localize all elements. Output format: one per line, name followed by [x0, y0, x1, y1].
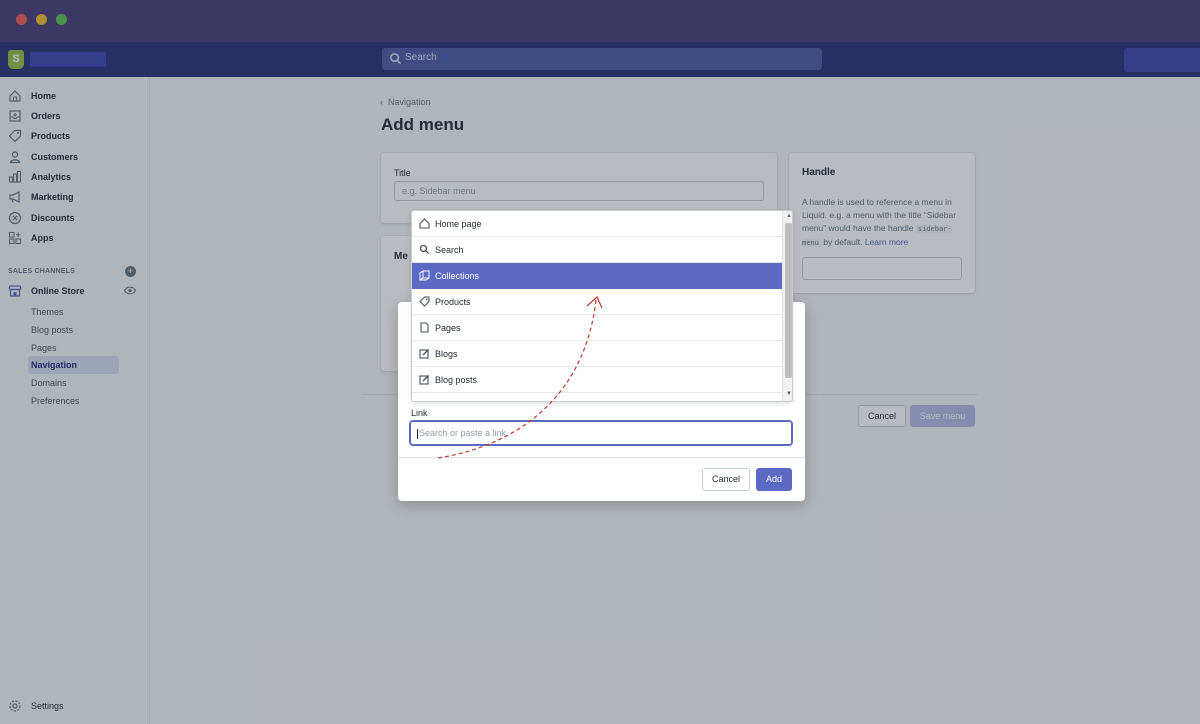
- option-label: Pages: [435, 323, 461, 333]
- dropdown-option-collections[interactable]: Collections: [412, 263, 782, 289]
- link-placeholder: Search or paste a link: [419, 428, 507, 438]
- collections-icon: [419, 270, 430, 281]
- link-field-label: Link: [411, 408, 428, 418]
- scroll-down-arrow-icon[interactable]: ▼: [786, 391, 792, 397]
- link-input[interactable]: Search or paste a link: [410, 421, 792, 445]
- search-icon: [419, 244, 429, 254]
- dropdown-option-home-page[interactable]: Home page: [412, 211, 782, 237]
- edit-icon: [419, 349, 429, 359]
- scroll-up-arrow-icon[interactable]: ▲: [786, 213, 792, 219]
- link-suggestions-dropdown: Home page Search Collections Products Pa…: [411, 210, 793, 402]
- dropdown-option-blogs[interactable]: Blogs: [412, 341, 782, 367]
- option-label: Search: [435, 245, 464, 255]
- option-label: Home page: [435, 219, 482, 229]
- option-label: Blog posts: [435, 375, 478, 385]
- dropdown-scrollbar[interactable]: ▲ ▼: [782, 211, 792, 401]
- modal-cancel-button[interactable]: Cancel: [702, 468, 750, 491]
- scroll-thumb[interactable]: [785, 223, 792, 378]
- option-label: Products: [435, 297, 471, 307]
- dropdown-option-blog-posts[interactable]: Blog posts: [412, 367, 782, 393]
- tag-icon: [419, 296, 430, 307]
- text-cursor: [417, 428, 418, 439]
- dropdown-option-products[interactable]: Products: [412, 289, 782, 315]
- dropdown-option-search[interactable]: Search: [412, 237, 782, 263]
- edit-icon: [419, 375, 429, 385]
- page-icon: [420, 322, 429, 333]
- home-icon: [419, 218, 430, 229]
- dropdown-option-pages[interactable]: Pages: [412, 315, 782, 341]
- modal-footer-divider: [398, 457, 805, 458]
- option-label: Blogs: [435, 349, 458, 359]
- option-label: Collections: [435, 271, 480, 281]
- modal-add-button[interactable]: Add: [756, 468, 792, 491]
